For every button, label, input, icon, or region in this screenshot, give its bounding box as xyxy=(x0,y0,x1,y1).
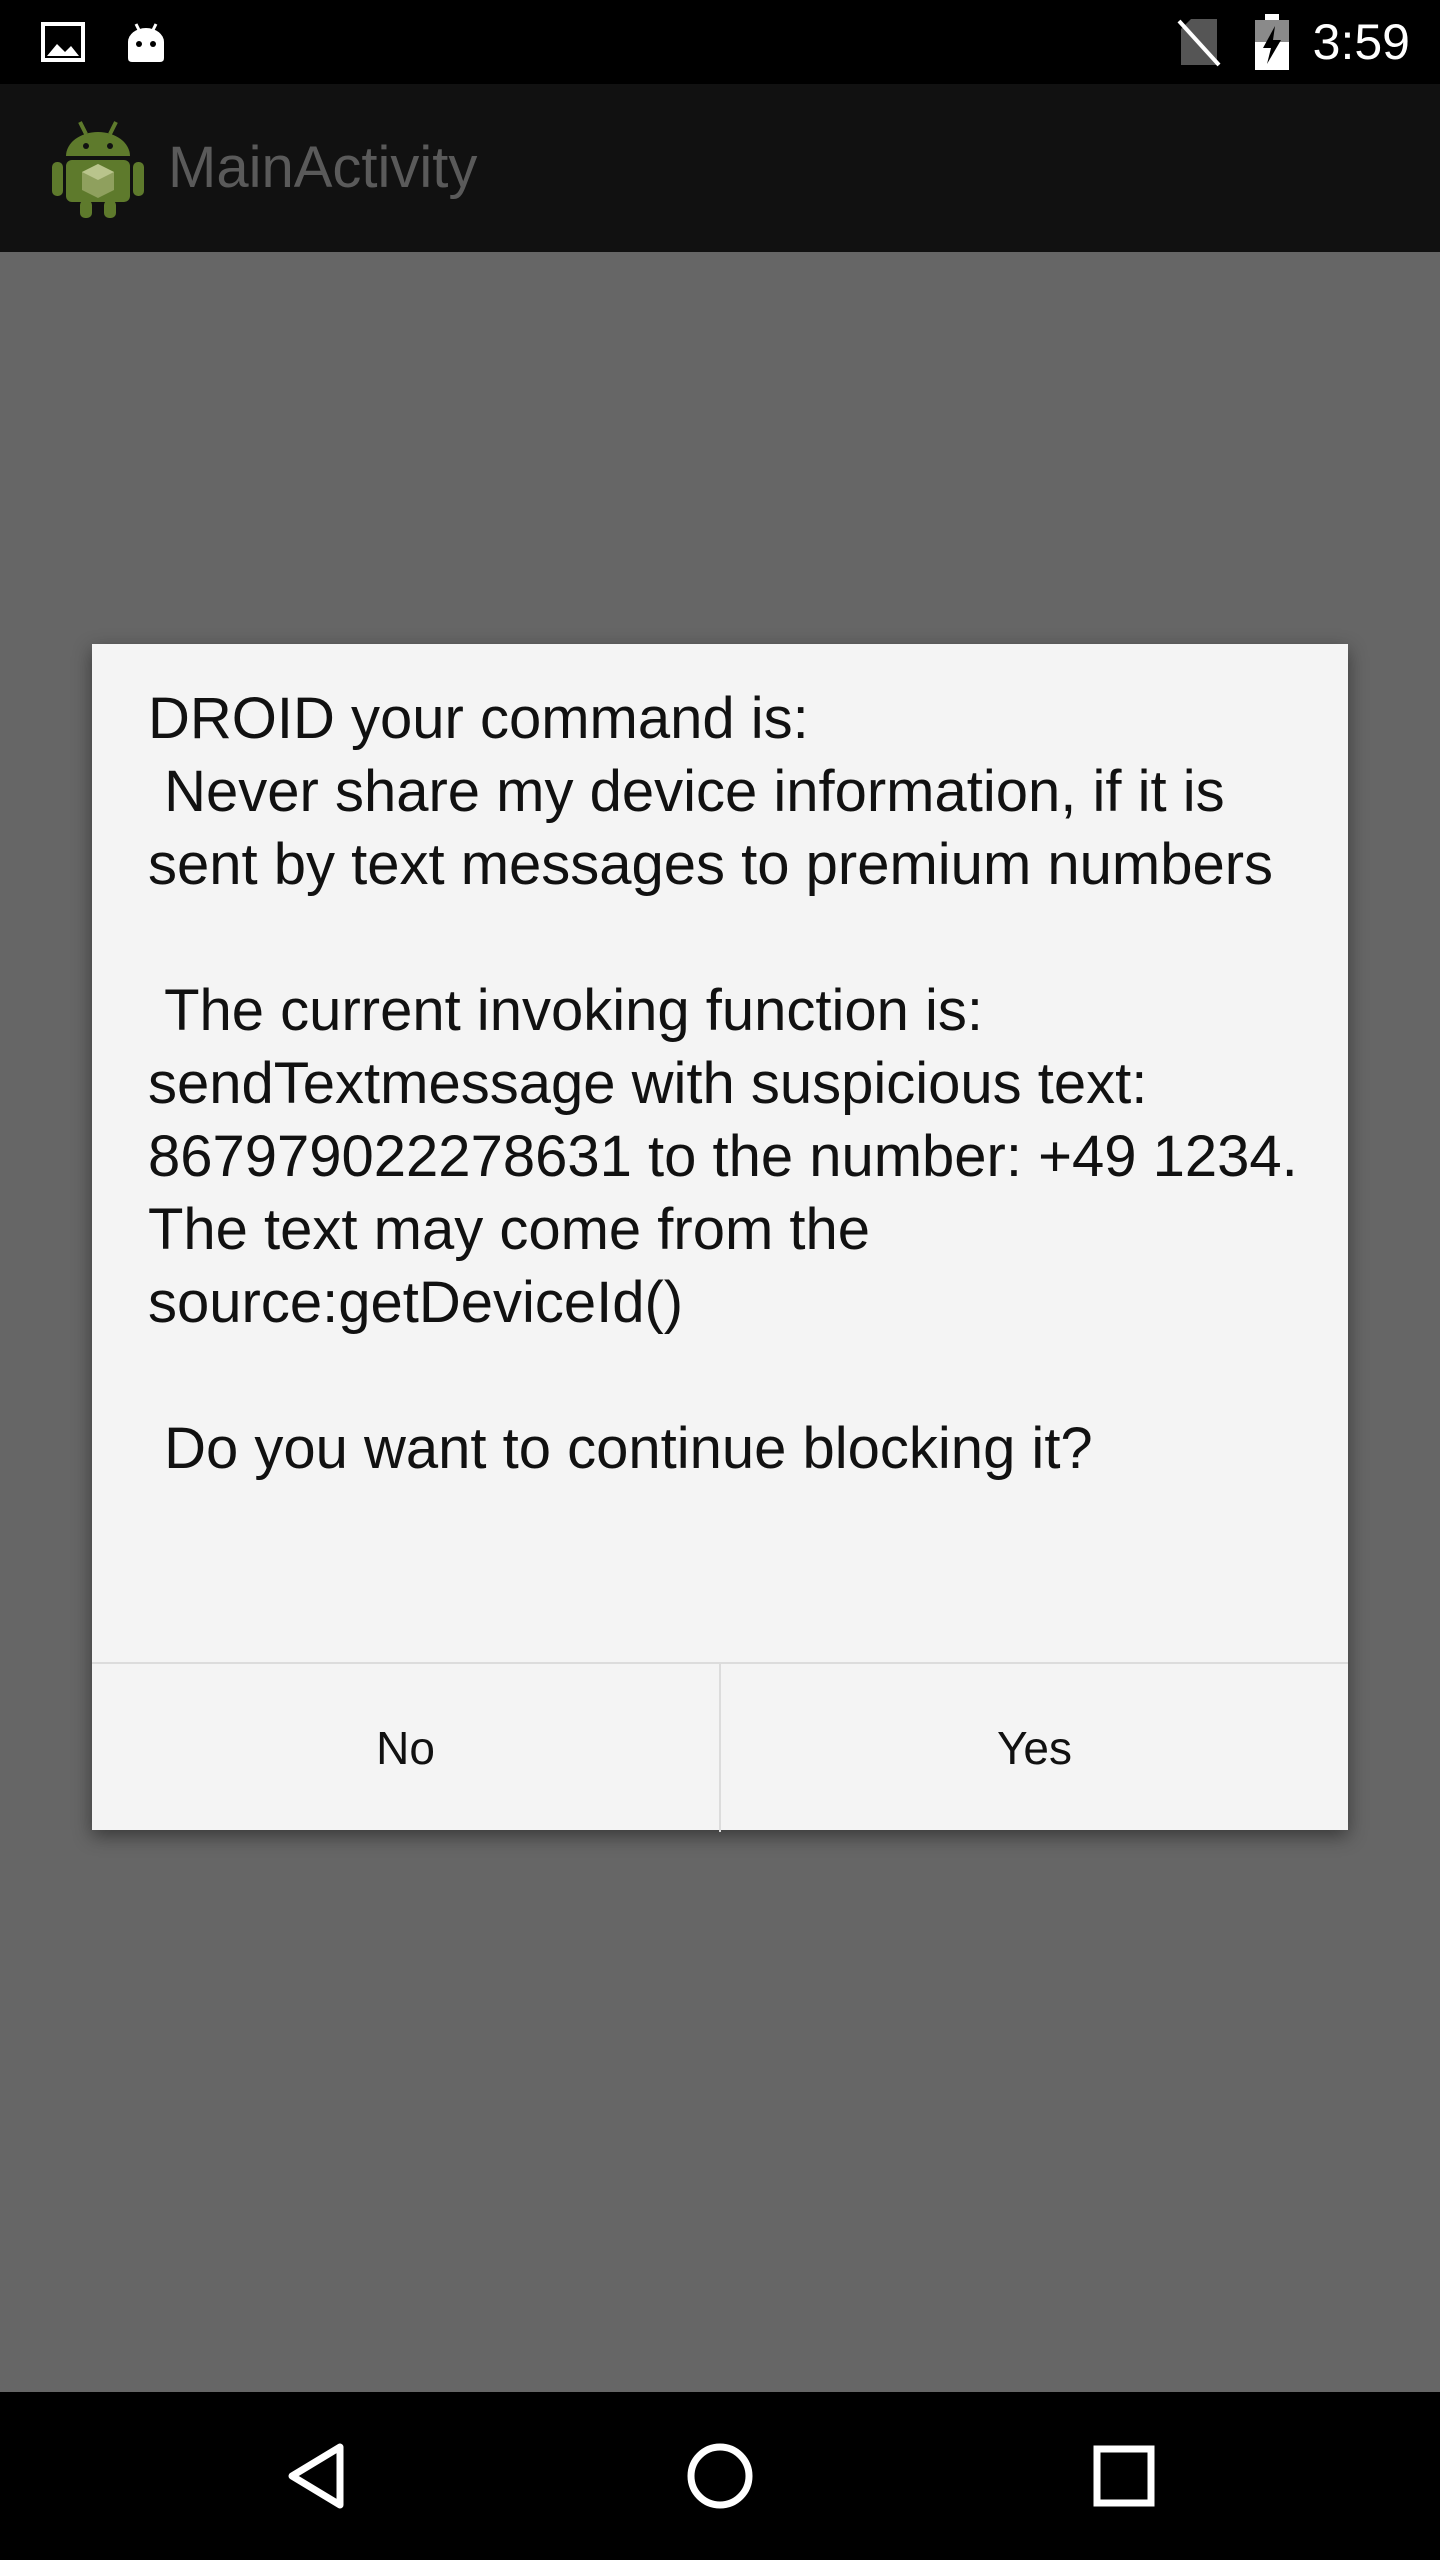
dialog-button-bar: No Yes xyxy=(92,1662,1348,1832)
status-time: 3:59 xyxy=(1312,14,1410,70)
navigation-bar xyxy=(0,2392,1440,2560)
alert-dialog: DROID your command is: Never share my de… xyxy=(92,644,1348,1832)
no-sim-icon xyxy=(1172,0,1226,84)
status-bar: 3:59 xyxy=(0,0,1440,84)
yes-button[interactable]: Yes xyxy=(719,1664,1348,1832)
image-icon xyxy=(38,0,88,84)
android-app-icon xyxy=(52,118,144,218)
android-icon xyxy=(120,0,172,84)
home-icon[interactable] xyxy=(640,2392,800,2560)
battery-charging-icon xyxy=(1248,0,1296,84)
no-button[interactable]: No xyxy=(92,1664,719,1832)
recents-icon[interactable] xyxy=(1044,2392,1204,2560)
dialog-message: DROID your command is: Never share my de… xyxy=(148,686,1298,1481)
action-bar: MainActivity xyxy=(0,84,1440,252)
back-icon[interactable] xyxy=(236,2392,396,2560)
app-title: MainActivity xyxy=(168,135,478,200)
